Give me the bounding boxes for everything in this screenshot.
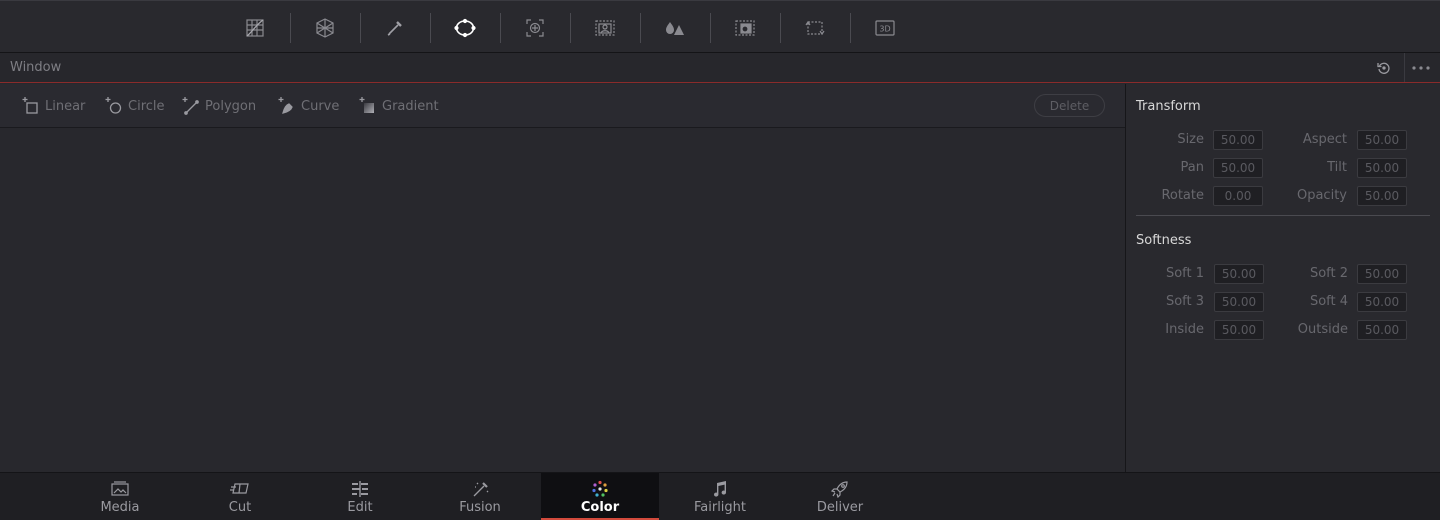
- cut-icon: [230, 483, 249, 494]
- page-tab-deliver[interactable]: Deliver: [781, 473, 899, 520]
- rotate-field[interactable]: 0.00: [1213, 186, 1263, 206]
- pan-field[interactable]: 50.00: [1213, 158, 1263, 178]
- curve-label: Curve: [301, 98, 340, 114]
- soft2-label: Soft 2: [1309, 266, 1348, 281]
- page-tab-fusion[interactable]: Fusion: [421, 473, 539, 520]
- deliver-icon: [830, 481, 848, 498]
- tilt-field[interactable]: 50.00: [1357, 158, 1407, 178]
- window-properties-panel: Transform Size 50.00 Aspect 50.00 Pan 50…: [1125, 84, 1440, 472]
- curves-icon[interactable]: [238, 11, 272, 45]
- 3d-icon[interactable]: 3D: [868, 11, 902, 45]
- window-list[interactable]: [0, 129, 1125, 472]
- add-curve-icon: [278, 97, 293, 114]
- header-divider: [1404, 53, 1405, 82]
- page-tab-color[interactable]: Color: [541, 473, 659, 520]
- soft1-field[interactable]: 50.00: [1214, 264, 1264, 284]
- window-icon[interactable]: [448, 11, 482, 45]
- add-square-icon: [22, 97, 38, 114]
- panel-title: Window: [10, 60, 62, 75]
- blur-icon[interactable]: [658, 11, 692, 45]
- window-panel-header: Window: [0, 53, 1440, 83]
- toolbar-divider: [850, 13, 851, 43]
- aspect-field[interactable]: 50.00: [1357, 130, 1407, 150]
- warper-icon[interactable]: [308, 11, 342, 45]
- add-gradient-icon: [359, 97, 374, 113]
- size-label: Size: [1177, 132, 1204, 147]
- soft4-field[interactable]: 50.00: [1357, 292, 1407, 312]
- page-tab-label: Fairlight: [693, 500, 747, 515]
- page-tab-label: Color: [580, 500, 620, 515]
- toolbar-divider: [640, 13, 641, 43]
- palette-toolbar: 3D: [0, 0, 1440, 53]
- transform-title: Transform: [1136, 99, 1201, 114]
- add-polygon-icon: [182, 97, 199, 115]
- outside-field[interactable]: 50.00: [1357, 320, 1407, 340]
- toolbar-divider: [570, 13, 571, 43]
- page-tab-fairlight[interactable]: Fairlight: [661, 473, 779, 520]
- softness-title: Softness: [1136, 233, 1192, 248]
- tracker-icon[interactable]: [518, 11, 552, 45]
- opacity-label: Opacity: [1296, 188, 1347, 203]
- sizing-icon[interactable]: [798, 11, 832, 45]
- tilt-label: Tilt: [1327, 160, 1347, 175]
- polygon-button[interactable]: Polygon: [182, 95, 256, 117]
- page-tab-media[interactable]: Media: [61, 473, 179, 520]
- linear-button[interactable]: Linear: [22, 95, 85, 117]
- section-divider: [1136, 215, 1430, 216]
- shape-toolbar: Linear Circle Polygon Curve Gradient Del…: [0, 84, 1125, 128]
- toolbar-divider: [290, 13, 291, 43]
- opacity-field[interactable]: 50.00: [1357, 186, 1407, 206]
- color-icon: [592, 480, 608, 497]
- reset-icon[interactable]: [1374, 58, 1394, 78]
- polygon-label: Polygon: [205, 98, 257, 114]
- inside-field[interactable]: 50.00: [1214, 320, 1264, 340]
- curve-button[interactable]: Curve: [278, 95, 339, 117]
- page-tab-edit[interactable]: Edit: [301, 473, 419, 520]
- toolbar-divider: [780, 13, 781, 43]
- fairlight-icon: [714, 481, 727, 497]
- media-icon: [111, 481, 129, 496]
- more-options-icon[interactable]: [1409, 58, 1433, 78]
- toolbar-divider: [360, 13, 361, 43]
- page-tab-label: Deliver: [816, 500, 864, 515]
- page-tab-label: Edit: [347, 500, 373, 515]
- magic-mask-icon[interactable]: [588, 11, 622, 45]
- page-navigation-bar: Media Cut Edit Fusion Color Fairlight De…: [0, 472, 1440, 520]
- size-field[interactable]: 50.00: [1213, 130, 1263, 150]
- toolbar-divider: [710, 13, 711, 43]
- edit-icon: [352, 481, 368, 497]
- page-tab-label: Fusion: [459, 500, 501, 515]
- gradient-button[interactable]: Gradient: [359, 95, 439, 117]
- qualifier-icon[interactable]: [378, 11, 412, 45]
- soft1-label: Soft 1: [1165, 266, 1204, 281]
- circle-label: Circle: [128, 98, 165, 114]
- key-icon[interactable]: [728, 11, 762, 45]
- delete-button[interactable]: Delete: [1034, 94, 1105, 117]
- aspect-label: Aspect: [1302, 132, 1347, 147]
- toolbar-divider: [500, 13, 501, 43]
- rotate-label: Rotate: [1161, 188, 1204, 203]
- linear-label: Linear: [45, 98, 86, 114]
- svg-text:3D: 3D: [879, 25, 890, 34]
- gradient-label: Gradient: [382, 98, 439, 114]
- outside-label: Outside: [1297, 322, 1348, 337]
- page-tab-cut[interactable]: Cut: [181, 473, 299, 520]
- add-circle-icon: [105, 97, 122, 114]
- inside-label: Inside: [1165, 322, 1204, 337]
- soft3-label: Soft 3: [1165, 294, 1204, 309]
- soft4-label: Soft 4: [1309, 294, 1348, 309]
- fusion-icon: [473, 482, 489, 497]
- circle-button[interactable]: Circle: [105, 95, 165, 117]
- page-tab-label: Cut: [228, 500, 252, 515]
- page-tab-label: Media: [100, 500, 140, 515]
- toolbar-divider: [430, 13, 431, 43]
- soft2-field[interactable]: 50.00: [1357, 264, 1407, 284]
- pan-label: Pan: [1180, 160, 1204, 175]
- soft3-field[interactable]: 50.00: [1214, 292, 1264, 312]
